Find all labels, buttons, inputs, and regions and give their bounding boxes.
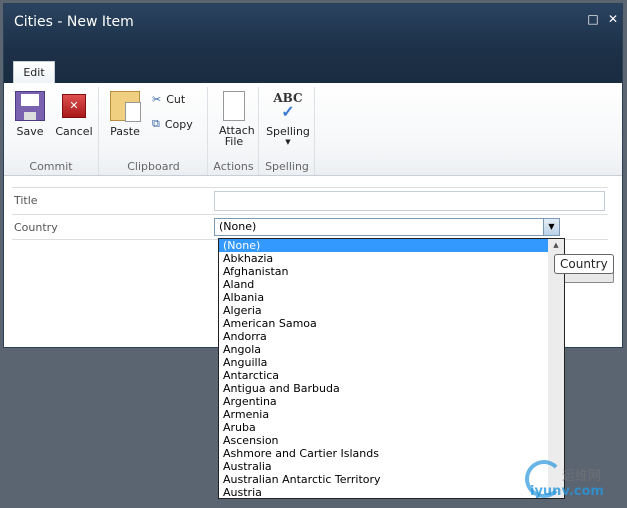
group-clipboard: Paste ✂ Cut ⧉ Copy Clipboard xyxy=(100,87,208,175)
dropdown-option[interactable]: Aland xyxy=(219,278,548,291)
dropdown-option[interactable]: Antarctica xyxy=(219,369,548,382)
group-label: Spelling xyxy=(265,160,309,173)
maximize-icon[interactable]: □ xyxy=(586,12,600,26)
group-label: Commit xyxy=(29,160,73,173)
copy-button[interactable]: ⧉ Copy xyxy=(152,117,193,131)
country-dropdown-list[interactable]: (None) Abkhazia Afghanistan Aland Albania Alg… xyxy=(218,238,565,499)
watermark-logo: 运维网 iyunv.com xyxy=(525,460,604,499)
floppy-disk-icon xyxy=(15,91,45,121)
scissors-icon: ✂ xyxy=(152,93,162,106)
country-row: Country (None) ▼ xyxy=(12,214,608,240)
cancel-button[interactable]: ✕ Cancel xyxy=(52,91,96,138)
dropdown-option[interactable]: (None) xyxy=(219,239,548,252)
country-label: Country xyxy=(14,221,58,234)
title-input[interactable] xyxy=(214,191,605,211)
group-spelling: ABC ✓ Spelling ▼ Spelling xyxy=(260,87,315,175)
paperclip-document-icon xyxy=(223,91,245,121)
dropdown-option[interactable]: Angola xyxy=(219,343,548,356)
dropdown-option[interactable]: Ascension xyxy=(219,434,548,447)
dropdown-option[interactable]: Armenia xyxy=(219,408,548,421)
tooltip: Country xyxy=(554,254,614,274)
dialog-title: Cities - New Item xyxy=(14,14,134,30)
dropdown-option[interactable]: Australian Antarctic Territory xyxy=(219,473,548,486)
selected-value: (None) xyxy=(219,220,257,233)
scroll-up-icon[interactable]: ▲ xyxy=(548,241,564,249)
cut-button[interactable]: ✂ Cut xyxy=(152,93,185,106)
dropdown-option[interactable]: Albania xyxy=(219,291,548,304)
dropdown-option[interactable]: Andorra xyxy=(219,330,548,343)
chevron-down-icon[interactable]: ▼ xyxy=(543,219,559,235)
chevron-down-icon: ▼ xyxy=(285,138,291,146)
dropdown-option[interactable]: Antigua and Barbuda xyxy=(219,382,548,395)
dropdown-option[interactable]: Austria xyxy=(219,486,548,498)
dropdown-option[interactable]: Argentina xyxy=(219,395,548,408)
dropdown-option[interactable]: Aruba xyxy=(219,421,548,434)
dropdown-option[interactable]: American Samoa xyxy=(219,317,548,330)
dropdown-option[interactable]: Anguilla xyxy=(219,356,548,369)
save-button[interactable]: Save xyxy=(12,91,48,138)
dropdown-option[interactable]: Ashmore and Cartier Islands xyxy=(219,447,548,460)
ribbon: Save ✕ Cancel Commit Paste ✂ Cut ⧉ Copy Cl… xyxy=(4,83,622,176)
title-row: Title xyxy=(12,187,608,213)
copy-icon: ⧉ xyxy=(152,117,160,130)
tab-edit[interactable]: Edit xyxy=(13,61,55,84)
cancel-x-icon: ✕ xyxy=(62,94,86,118)
dropdown-option[interactable]: Algeria xyxy=(219,304,548,317)
spelling-button[interactable]: ABC ✓ Spelling ▼ xyxy=(262,91,314,146)
dropdown-option[interactable]: Australia xyxy=(219,460,548,473)
title-label: Title xyxy=(14,194,38,207)
attach-file-button[interactable]: Attach File xyxy=(211,91,257,147)
clipboard-paste-icon xyxy=(110,91,141,122)
group-actions: Attach File Actions xyxy=(209,87,259,175)
dropdown-option[interactable]: Abkhazia xyxy=(219,252,548,265)
group-label: Clipboard xyxy=(127,160,180,173)
title-bar: Cities - New Item □ ✕ Edit xyxy=(4,4,622,84)
dropdown-option[interactable]: Afghanistan xyxy=(219,265,548,278)
paste-button[interactable]: Paste xyxy=(106,91,144,138)
abc-check-icon: ABC ✓ xyxy=(273,91,303,121)
country-select[interactable]: (None) ▼ xyxy=(214,218,560,236)
group-label: Actions xyxy=(213,160,254,173)
group-commit: Save ✕ Cancel Commit xyxy=(4,87,99,175)
close-icon[interactable]: ✕ xyxy=(606,12,620,26)
